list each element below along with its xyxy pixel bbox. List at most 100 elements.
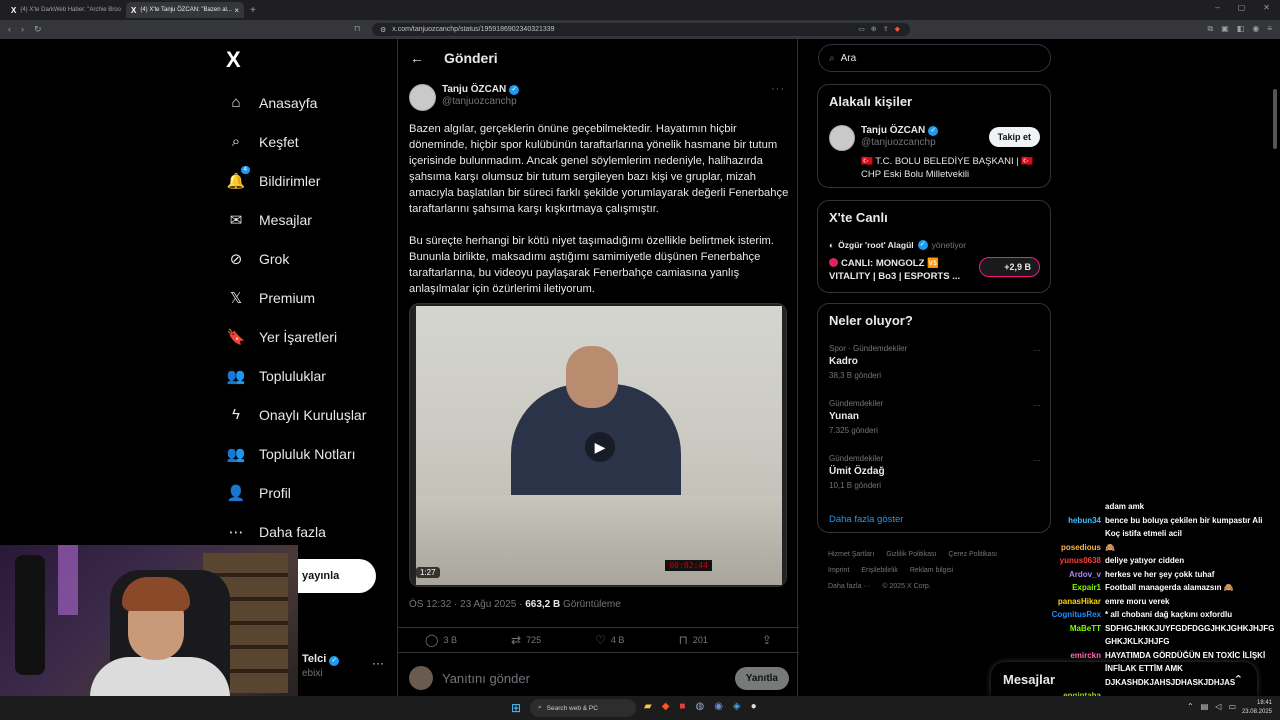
- tray-chevron-icon[interactable]: ⌃: [1187, 702, 1194, 711]
- sidebar-item-messages[interactable]: ✉ Mesajlar: [226, 200, 366, 239]
- like-action[interactable]: ♡ 4 B: [595, 633, 624, 647]
- repost-action[interactable]: ⇄ 725: [511, 633, 541, 647]
- post-video[interactable]: 00:02:44 ▶ 1:27: [409, 303, 787, 587]
- post-more-icon[interactable]: ···: [771, 83, 785, 95]
- sidebar-icon[interactable]: ◧: [1237, 24, 1245, 34]
- account-more-icon[interactable]: ···: [372, 656, 384, 670]
- address-bar[interactable]: ⚙ x.com/tanjuozcanchp/status/19591869023…: [372, 23, 910, 36]
- search-input[interactable]: ⌕ Ara: [818, 44, 1051, 72]
- account-name[interactable]: Telci ✓: [302, 653, 340, 666]
- steam-icon[interactable]: ◍: [695, 701, 704, 712]
- sidebar-item-bookmarks[interactable]: 🔖 Yer İşaretleri: [226, 317, 366, 356]
- share-action[interactable]: ⇪: [762, 633, 772, 647]
- sidebar-item-home[interactable]: ⌂ Anasayfa: [226, 83, 366, 122]
- reply-action[interactable]: ◯ 3 B: [425, 633, 457, 647]
- footer-link[interactable]: Gizlilik Politikası: [886, 551, 936, 558]
- back-arrow-icon[interactable]: ←: [410, 50, 424, 66]
- sidebar-item-community-notes[interactable]: 👥 Topluluk Notları: [226, 434, 366, 473]
- footer-link[interactable]: Çerez Politikası: [948, 551, 997, 558]
- extensions-icon[interactable]: ⧉: [1208, 24, 1214, 34]
- author-handle[interactable]: @tanjuozcanchp: [442, 96, 519, 107]
- forward-icon[interactable]: ›: [21, 24, 24, 35]
- share-icon[interactable]: ⇪: [883, 25, 889, 33]
- taskbar-search[interactable]: ⌕ Search web & PC: [530, 699, 636, 717]
- browser-tab[interactable]: X (4) X'te DarkWeb Haber: "Archie Broo: [6, 2, 124, 18]
- reply-button[interactable]: Yanıtla: [734, 666, 789, 690]
- trend-more-icon[interactable]: ···: [1033, 456, 1041, 465]
- trend-item[interactable]: Gündemdekiler Yunan 7.325 gönderi ···: [829, 399, 1041, 435]
- notification-badge: 4: [240, 165, 250, 174]
- volume-icon[interactable]: ◁: [1215, 702, 1221, 711]
- related-person[interactable]: Tanju ÖZCAN ✓ @tanjuozcanchp: [829, 125, 939, 151]
- footer-link[interactable]: Erişilebilirlik: [861, 567, 898, 574]
- discord-icon[interactable]: ◉: [714, 701, 723, 712]
- footer-link[interactable]: Reklam bilgisi: [910, 567, 953, 574]
- sidebar-item-explore[interactable]: ⌕ Keşfet: [226, 122, 366, 161]
- trend-item[interactable]: Gündemdekiler Ümit Özdağ 10,1 B gönderi …: [829, 454, 1041, 490]
- sidebar-item-profile[interactable]: 👤 Profil: [226, 473, 366, 512]
- trends-title: Neler oluyor?: [829, 313, 913, 328]
- live-listeners[interactable]: +2,9 B: [979, 257, 1040, 277]
- back-icon[interactable]: ‹: [8, 24, 11, 35]
- x-logo[interactable]: X: [226, 47, 241, 73]
- bookmark-icon[interactable]: ⊓: [354, 24, 360, 33]
- new-tab-icon[interactable]: +: [250, 5, 256, 16]
- live-stream[interactable]: CANLI: MONGOLZ 🆚 VITALITY | Bo3 | ESPORT…: [829, 257, 979, 283]
- footer-links: Hizmet Şartları Gizlilik Politikası Çere…: [828, 547, 1048, 595]
- related-avatar[interactable]: [829, 125, 855, 151]
- footer-link[interactable]: Daha fazla ···: [828, 583, 870, 590]
- zoom-icon[interactable]: ⊕: [871, 25, 877, 33]
- reply-input[interactable]: Yanıtını gönder: [442, 671, 530, 686]
- trend-more-icon[interactable]: ···: [1033, 346, 1041, 355]
- obs-icon[interactable]: ●: [751, 701, 757, 712]
- trend-more-icon[interactable]: ···: [1033, 401, 1041, 410]
- file-explorer-icon[interactable]: ▰: [644, 701, 652, 712]
- cast-icon[interactable]: ▭: [858, 25, 865, 33]
- vpn-icon[interactable]: ◉: [1252, 24, 1259, 34]
- sidebar-item-notifications[interactable]: 🔔 4 Bildirimler: [226, 161, 366, 200]
- chat-text: 🙈: [1105, 542, 1115, 552]
- author-name[interactable]: Tanju ÖZCAN ✓: [442, 84, 520, 95]
- post-author[interactable]: Tanju ÖZCAN ✓ @tanjuozcanchp: [409, 84, 520, 111]
- wallet-icon[interactable]: ▣: [1221, 24, 1229, 34]
- brave-shield-icon[interactable]: ◆: [895, 25, 900, 33]
- brave-browser-icon[interactable]: ◆: [662, 701, 670, 712]
- like-count: 4 B: [610, 635, 625, 645]
- windows-start-icon[interactable]: ⊞: [511, 701, 521, 715]
- window-controls: – ▢ ✕: [1215, 3, 1270, 12]
- reload-icon[interactable]: ↻: [34, 24, 42, 35]
- network-icon[interactable]: ▤: [1201, 702, 1209, 711]
- lightning-icon: ϟ: [232, 406, 240, 423]
- chat-text: adam amk: [1105, 502, 1145, 511]
- trend-item[interactable]: Spor · Gündemdekiler Kadro 38,3 B gönder…: [829, 344, 1041, 380]
- live-host[interactable]: ◐ Özgür 'root' Alagül ✓ yönetiyor: [829, 240, 966, 250]
- close-tab-icon[interactable]: ×: [234, 6, 239, 15]
- site-info-icon[interactable]: ⚙: [380, 26, 386, 34]
- minimize-icon[interactable]: –: [1215, 3, 1219, 12]
- app-icon[interactable]: ■: [679, 701, 685, 712]
- sidebar-item-grok[interactable]: ⊘ Grok: [226, 239, 366, 278]
- show-more-link[interactable]: Daha fazla göster: [829, 514, 903, 525]
- scrollbar-thumb[interactable]: [1273, 89, 1277, 149]
- sidebar-item-verified-orgs[interactable]: ϟ Onaylı Kuruluşlar: [226, 395, 366, 434]
- bookmark-action[interactable]: ⊓ 201: [678, 633, 707, 647]
- menu-icon[interactable]: ≡: [1267, 24, 1272, 34]
- battery-icon[interactable]: ▭: [1228, 702, 1236, 711]
- footer-link[interactable]: Hizmet Şartları: [828, 551, 874, 558]
- taskbar-clock[interactable]: 18:41 23.08.2025: [1242, 699, 1272, 717]
- close-window-icon[interactable]: ✕: [1263, 3, 1270, 12]
- app-icon[interactable]: ◈: [733, 701, 741, 712]
- author-avatar[interactable]: [409, 84, 436, 111]
- follow-button[interactable]: Takip et: [988, 127, 1040, 147]
- play-icon[interactable]: ▶: [585, 432, 615, 462]
- sidebar-item-label: Mesajlar: [259, 211, 312, 228]
- post-timestamp[interactable]: ÖS 12:32 · 23 Ağu 2025 ·: [409, 599, 525, 610]
- maximize-icon[interactable]: ▢: [1238, 3, 1246, 12]
- footer-link[interactable]: Imprint: [828, 567, 849, 574]
- related-name[interactable]: Tanju ÖZCAN ✓: [861, 125, 939, 136]
- page-title: Gönderi: [444, 50, 498, 66]
- search-placeholder: Ara: [840, 52, 857, 64]
- browser-tab-active[interactable]: X (4) X'te Tanju ÖZCAN: "Bazen al... ×: [126, 2, 244, 18]
- sidebar-item-communities[interactable]: 👥 Topluluklar: [226, 356, 366, 395]
- sidebar-item-premium[interactable]: 𝕏 Premium: [226, 278, 366, 317]
